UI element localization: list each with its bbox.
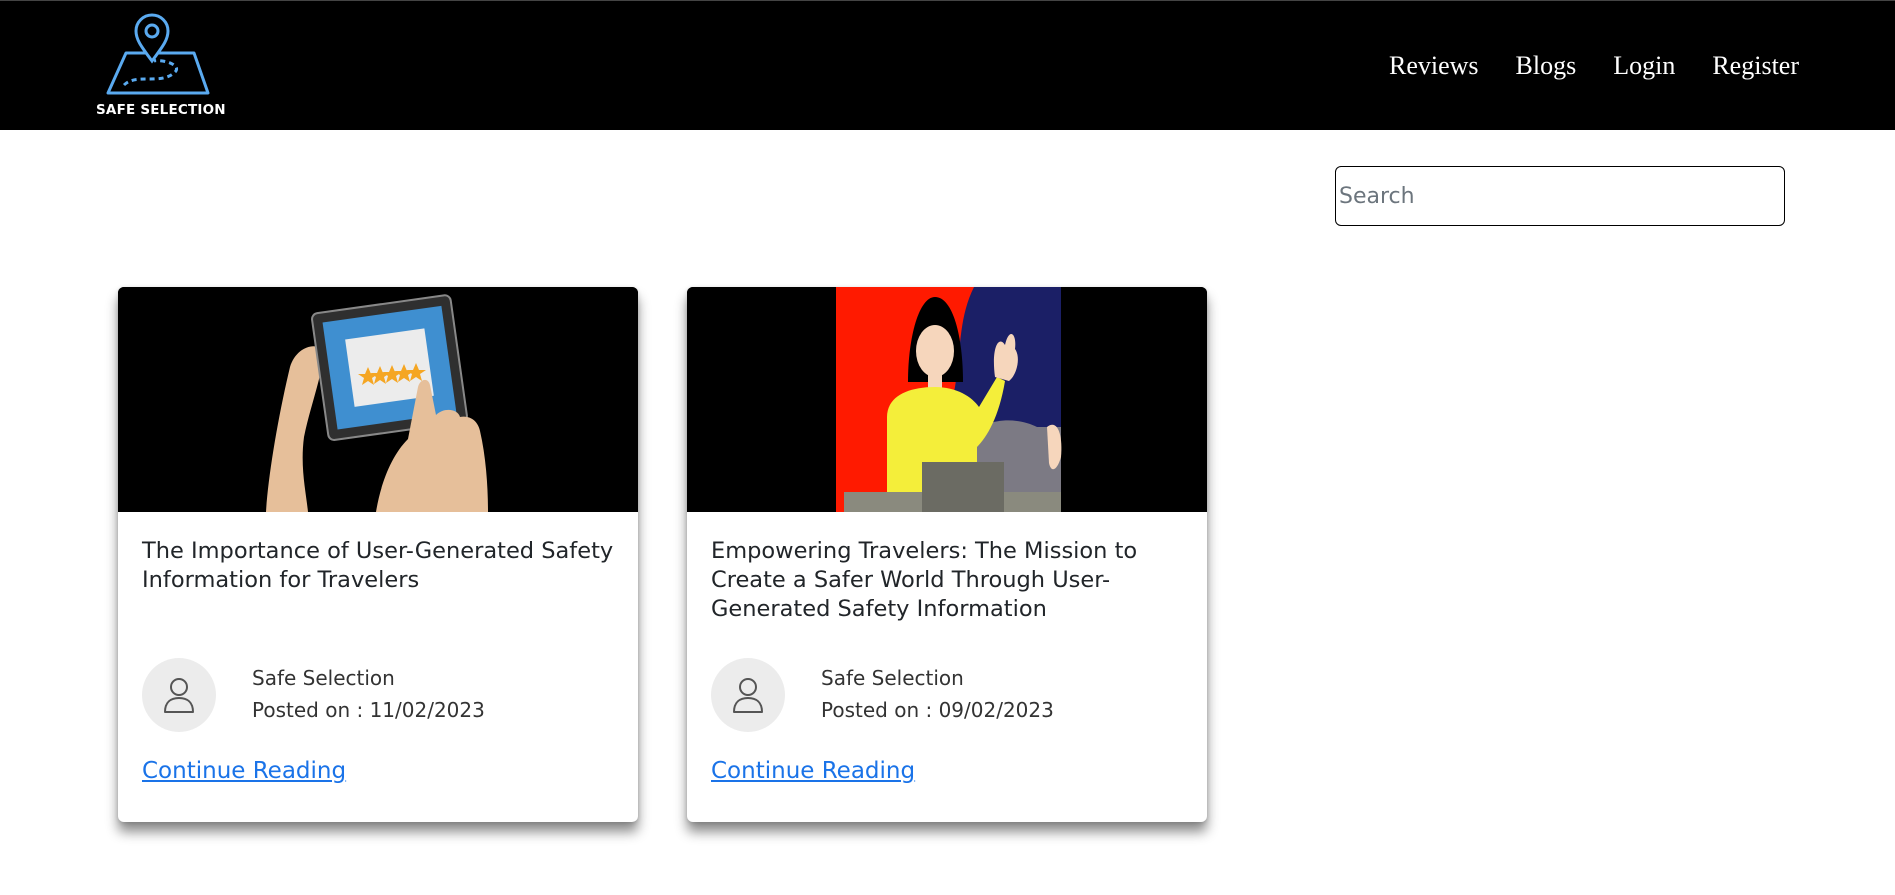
author-name: Safe Selection xyxy=(252,666,395,690)
tablet-rating-image xyxy=(118,287,638,512)
brand-name: SAFE SELECTION xyxy=(96,102,226,118)
continue-reading-link[interactable]: Continue Reading xyxy=(711,758,915,784)
nav-login[interactable]: Login xyxy=(1613,47,1675,85)
search-input[interactable] xyxy=(1335,166,1785,226)
post-title[interactable]: The Importance of User-Generated Safety … xyxy=(142,537,622,595)
blog-card: Empowering Travelers: The Mission to Cre… xyxy=(687,287,1207,822)
post-date: Posted on : 11/02/2023 xyxy=(252,698,485,722)
nav-reviews[interactable]: Reviews xyxy=(1389,47,1479,85)
brand-logo[interactable]: SAFE SELECTION xyxy=(96,13,226,121)
post-date: Posted on : 09/02/2023 xyxy=(821,698,1054,722)
top-navbar: SAFE SELECTION Reviews Blogs Login Regis… xyxy=(0,0,1895,130)
blog-card: The Importance of User-Generated Safety … xyxy=(118,287,638,822)
nav-register[interactable]: Register xyxy=(1712,47,1799,85)
post-title[interactable]: Empowering Travelers: The Mission to Cre… xyxy=(711,537,1191,624)
author-avatar xyxy=(142,658,216,732)
woman-waving-image xyxy=(687,287,1207,512)
main-nav: Reviews Blogs Login Register xyxy=(1389,47,1799,85)
continue-reading-link[interactable]: Continue Reading xyxy=(142,758,346,784)
nav-blogs[interactable]: Blogs xyxy=(1516,47,1577,85)
author-name: Safe Selection xyxy=(821,666,964,690)
user-icon xyxy=(733,678,763,713)
author-avatar xyxy=(711,658,785,732)
user-icon xyxy=(164,678,194,713)
map-pin-route-icon xyxy=(106,13,210,95)
